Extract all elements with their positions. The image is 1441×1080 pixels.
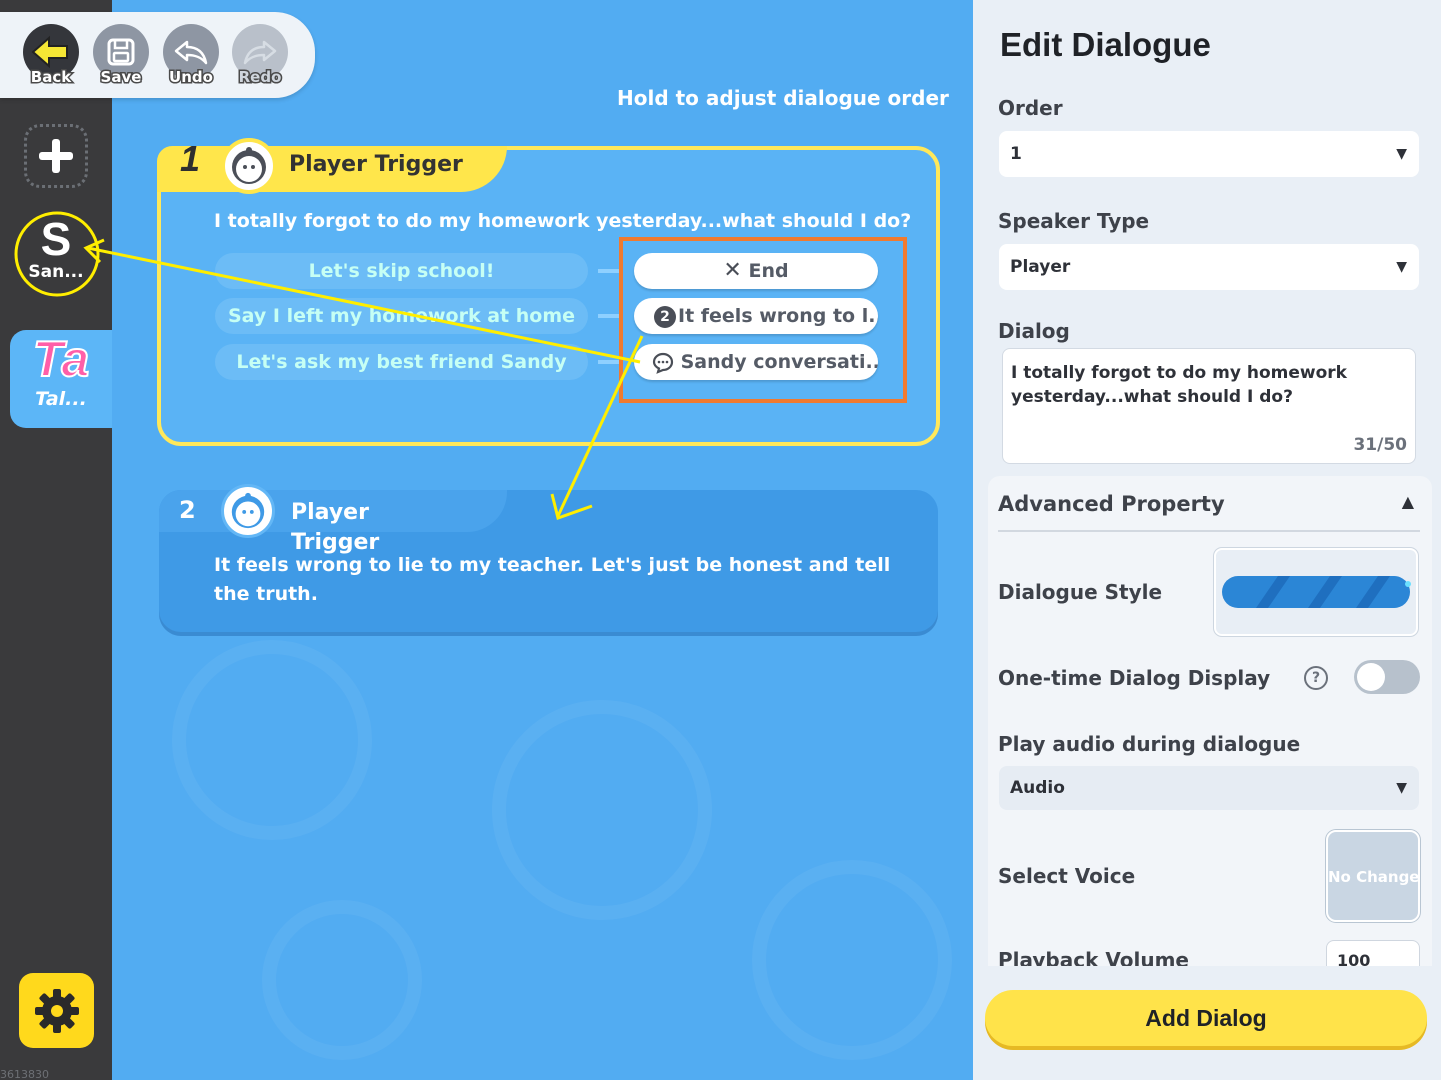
choice-label: Let's skip school! (308, 260, 495, 282)
toggle-knob (1357, 663, 1385, 691)
card-dialogue-text: I totally forgot to do my homework yeste… (214, 210, 912, 232)
add-dialog-button[interactable]: Add Dialog (985, 990, 1427, 1046)
bg-decoration (172, 640, 372, 840)
dialog-textarea[interactable]: I totally forgot to do my homework yeste… (1002, 348, 1416, 464)
save-button[interactable]: Save (92, 24, 150, 88)
undo-button[interactable]: Undo (162, 24, 220, 88)
back-button[interactable]: Back (22, 24, 80, 88)
top-toolbar: Back Save Undo Redo (0, 12, 315, 98)
card-order-number: 1 (180, 138, 201, 179)
card-order-number: 2 (179, 496, 196, 524)
back-label: Back (29, 67, 72, 88)
redo-button[interactable]: Redo (231, 24, 289, 88)
one-time-display-toggle[interactable] (1354, 660, 1420, 694)
card-title: Player Trigger (289, 152, 463, 177)
plus-icon (39, 139, 73, 173)
select-voice-button[interactable]: No Change (1326, 830, 1420, 922)
character-name: San... (28, 262, 84, 282)
playback-volume-input[interactable]: 100 (1326, 940, 1420, 966)
advanced-property-title: Advanced Property (998, 492, 1225, 516)
play-audio-label: Play audio during dialogue (998, 732, 1301, 756)
dialogue-style-label: Dialogue Style (998, 580, 1163, 604)
speaker-type-label: Speaker Type (998, 209, 1150, 233)
audio-select[interactable]: Audio ▼ (999, 766, 1419, 810)
player-icon (231, 492, 265, 529)
undo-label: Undo (168, 67, 215, 88)
choice-option-1[interactable]: Let's skip school! (215, 253, 588, 289)
annotation-highlight-box (619, 237, 907, 403)
select-voice-label: Select Voice (998, 864, 1136, 888)
character-initial: S (40, 213, 72, 265)
dialog-text: I totally forgot to do my homework yeste… (1011, 363, 1347, 407)
gear-icon (34, 988, 79, 1033)
order-select[interactable]: 1 ▼ (999, 131, 1419, 177)
choice-label: Let's ask my best friend Sandy (236, 351, 567, 373)
player-avatar (221, 138, 277, 194)
choice-option-3[interactable]: Let's ask my best friend Sandy (215, 344, 588, 380)
voice-value: No Change (1328, 868, 1420, 886)
player-icon (232, 147, 266, 184)
character-initial: Ta (32, 330, 91, 388)
add-character-button[interactable] (24, 124, 88, 188)
advanced-property-section: Advanced Property ▲ Dialogue Style One-t… (988, 476, 1432, 966)
chevron-down-icon: ▼ (1396, 146, 1407, 162)
volume-value: 100 (1337, 951, 1371, 966)
dialogue-style-picker[interactable] (1214, 548, 1418, 636)
choice-option-2[interactable]: Say I left my homework at home (215, 298, 588, 334)
chevron-up-icon[interactable]: ▲ (1402, 492, 1414, 511)
redo-label: Redo (237, 67, 283, 88)
bg-decoration (262, 900, 422, 1060)
choice-label: Say I left my homework at home (227, 305, 576, 327)
one-time-display-label: One-time Dialog Display (998, 666, 1271, 690)
divider (998, 530, 1420, 532)
playback-volume-label: Playback Volume (998, 948, 1189, 966)
help-icon[interactable]: ? (1304, 666, 1328, 690)
dialogue-style-preview (1222, 576, 1411, 608)
card-dialogue-text: It feels wrong to lie to my teacher. Let… (214, 554, 891, 605)
reorder-hint: Hold to adjust dialogue order (617, 86, 949, 110)
chevron-down-icon: ▼ (1396, 259, 1407, 275)
card-title: Player Trigger (291, 500, 380, 555)
save-label: Save (99, 67, 143, 88)
audio-value: Audio (1010, 778, 1065, 798)
build-id: 3613830 (0, 1068, 49, 1080)
bg-decoration (752, 860, 952, 1060)
char-counter: 31/50 (1353, 435, 1407, 455)
speaker-type-value: Player (1010, 257, 1071, 277)
character-name: Tal... (35, 388, 87, 410)
order-label: Order (998, 96, 1063, 120)
speaker-type-select[interactable]: Player ▼ (999, 244, 1419, 290)
bg-decoration (492, 700, 712, 920)
player-avatar (221, 484, 275, 538)
panel-title: Edit Dialogue (1000, 26, 1211, 63)
sidebar-character-sandy[interactable]: S San... (10, 210, 102, 300)
settings-button[interactable] (19, 973, 94, 1048)
order-value: 1 (1010, 144, 1022, 164)
chevron-down-icon: ▼ (1396, 780, 1407, 796)
sidebar-character-talk[interactable]: Ta Tal... (10, 330, 112, 428)
dialog-label: Dialog (998, 319, 1070, 343)
